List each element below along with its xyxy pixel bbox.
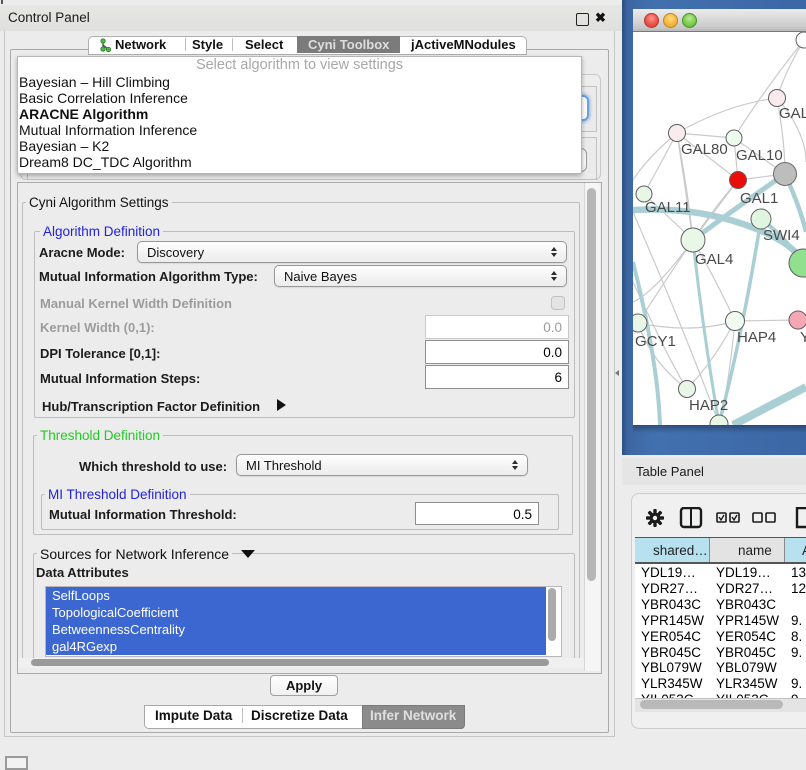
svg-text:GAL4: GAL4	[695, 251, 733, 268]
svg-text:GAL: GAL	[779, 105, 806, 122]
svg-text:SWI4: SWI4	[763, 227, 800, 244]
svg-text:HAP2: HAP2	[689, 397, 728, 414]
svg-text:GAL11: GAL11	[645, 199, 691, 216]
svg-text:HAP4: HAP4	[737, 329, 776, 346]
svg-text:GAL80: GAL80	[681, 141, 728, 158]
svg-text:GAL10: GAL10	[736, 147, 783, 164]
svg-text:GCY1: GCY1	[635, 333, 676, 350]
svg-text:Y: Y	[800, 329, 806, 346]
svg-text:GAL1: GAL1	[740, 190, 778, 207]
